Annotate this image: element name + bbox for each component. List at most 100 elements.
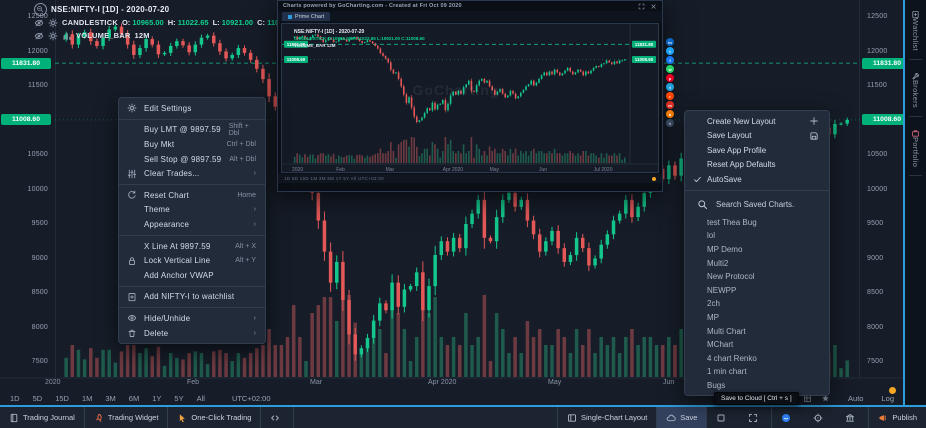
bank-button[interactable] xyxy=(836,407,868,428)
fullscreen-button[interactable] xyxy=(739,407,771,428)
menu-item-label: Add NIFTY-I to watchlist xyxy=(144,292,234,301)
toolbar-mini-icon xyxy=(872,394,881,403)
context-menu-item[interactable]: Buy LMT @ 9897.59 Shift + Dbl xyxy=(119,123,265,138)
saved-chart-item[interactable]: MChart xyxy=(685,338,829,352)
volume-icon xyxy=(62,31,72,41)
timeframe-bar-tool[interactable]: Auto xyxy=(839,394,863,403)
context-menu-item[interactable]: Theme › xyxy=(119,203,265,218)
telegram[interactable]: t xyxy=(666,83,674,91)
zoom-out-button[interactable] xyxy=(34,3,47,16)
menu-item-icon xyxy=(127,205,140,215)
saved-chart-item[interactable]: Multi2 xyxy=(685,256,829,270)
saved-chart-item[interactable]: 1 min chart xyxy=(685,365,829,379)
menu-item-label: Buy LMT @ 9897.59 xyxy=(144,125,221,134)
price-axis-left[interactable]: 1250012000115001050010000950090008500800… xyxy=(0,0,55,390)
timeframe-bar-tool[interactable]: Log xyxy=(872,394,894,403)
saved-chart-item[interactable]: Multi Chart xyxy=(685,324,829,338)
timeframe-button[interactable]: 5D xyxy=(33,394,43,403)
context-menu-item[interactable]: Lock Vertical Line Alt + Y xyxy=(119,253,265,268)
timeframe-button[interactable]: 5Y xyxy=(174,394,183,403)
save-button[interactable]: Save xyxy=(656,407,706,428)
price-axis-right[interactable]: 1250012000115001050010000950090008500800… xyxy=(860,0,904,390)
trading-journal-button[interactable]: Trading Journal xyxy=(0,407,85,428)
sidebar-tab[interactable]: Brokers xyxy=(905,62,926,114)
share-buttons: intfwptrmbt xyxy=(666,38,674,127)
timeframe-button[interactable]: 1Y xyxy=(152,394,161,403)
menu-item-label: Hide/Unhide xyxy=(144,314,190,323)
saved-chart-item[interactable]: New Protocol xyxy=(685,270,829,284)
sidebar-tab[interactable]: Watchlist xyxy=(905,0,926,57)
timeframe-button[interactable]: All xyxy=(197,394,205,403)
one-click-trading-button[interactable]: One-Click Trading xyxy=(168,407,261,428)
layout-menu-item[interactable]: Reset App Defaults xyxy=(685,158,829,173)
share-icon: in xyxy=(668,40,672,45)
code-button[interactable] xyxy=(261,407,294,428)
saved-chart-item[interactable]: MP Demo xyxy=(685,243,829,257)
divider xyxy=(909,175,922,176)
context-menu-item[interactable]: X Line At 9897.59 Alt + X xyxy=(119,239,265,254)
menu-item-icon xyxy=(127,241,140,251)
timeframe-button[interactable]: 1D xyxy=(10,394,20,403)
saved-chart-item[interactable]: 2ch xyxy=(685,297,829,311)
timezone-button[interactable]: UTC+02:00 xyxy=(232,394,271,403)
timeframe-button[interactable]: 3M xyxy=(105,394,115,403)
context-menu-item[interactable]: Add Anchor VWAP xyxy=(119,268,265,283)
context-menu-item[interactable]: Clear Trades... › xyxy=(119,166,265,181)
pinterest[interactable]: p xyxy=(666,74,674,82)
context-menu-item[interactable]: Reset Chart Home xyxy=(119,188,265,203)
toolbar-button-icon xyxy=(878,413,888,423)
context-menu-item[interactable]: Sell Stop @ 9897.59 Alt + Dbl xyxy=(119,152,265,167)
layout-menu-item[interactable]: Create New Layout xyxy=(685,114,829,129)
tumblr[interactable]: t xyxy=(666,119,674,127)
layout-menu-item[interactable]: Save Layout xyxy=(685,129,829,144)
facebook[interactable]: f xyxy=(666,56,674,64)
context-menu-item[interactable]: Appearance › xyxy=(119,217,265,232)
context-menu-item[interactable]: Add NIFTY-I to watchlist xyxy=(119,290,265,305)
snapshot-tab[interactable]: Prime Chart xyxy=(282,12,330,21)
saved-chart-item[interactable]: NEWPP xyxy=(685,283,829,297)
context-menu-item[interactable]: Delete › xyxy=(119,326,265,341)
volume-study-row: VOLUME_BAR 12M xyxy=(34,29,294,42)
snapshot-title: Charts powered by GoCharting.com - Creat… xyxy=(283,3,462,9)
trading-widget-button[interactable]: Trading Widget xyxy=(85,407,169,428)
linkedin[interactable]: in xyxy=(666,38,674,46)
saved-chart-item[interactable]: test Thea Bug xyxy=(685,216,829,230)
saved-chart-item[interactable]: lol xyxy=(685,229,829,243)
expand-icon[interactable] xyxy=(638,3,645,10)
hide-study-icon[interactable] xyxy=(34,18,44,28)
blogger[interactable]: b xyxy=(666,110,674,118)
context-menu-item[interactable]: Hide/Unhide › xyxy=(119,311,265,326)
layout-menu-item[interactable]: Save App Profile xyxy=(685,143,829,158)
chat-button[interactable] xyxy=(771,407,804,428)
twitter[interactable]: t xyxy=(666,47,674,55)
snapshot-button[interactable] xyxy=(706,407,739,428)
menu-item-label: Reset App Defaults xyxy=(707,160,775,169)
layout-menu-items: Create New Layout Save Layout Save App P… xyxy=(685,114,829,187)
saved-chart-item[interactable]: 4 chart Renko xyxy=(685,351,829,365)
context-menu-item[interactable]: Buy Mkt Ctrl + Dbl xyxy=(119,137,265,152)
timeframe-button[interactable]: 15D xyxy=(55,394,69,403)
price-tick-label: 8000 xyxy=(867,324,883,331)
timeframe-button[interactable]: 1M xyxy=(82,394,92,403)
whatsapp[interactable]: w xyxy=(666,65,674,73)
gmail[interactable]: m xyxy=(666,101,674,109)
close-icon[interactable] xyxy=(650,3,657,10)
saved-chart-item[interactable]: Bugs xyxy=(685,379,829,393)
publish-button[interactable]: Publish xyxy=(868,407,926,428)
sidebar-tab[interactable]: Portfolio xyxy=(905,119,926,173)
timeframe-button[interactable]: 6M xyxy=(129,394,139,403)
snapshot-window-header[interactable]: Charts powered by GoCharting.com - Creat… xyxy=(278,1,662,11)
layout-menu-item[interactable]: AutoSave xyxy=(685,172,829,187)
single-chart-layout-button[interactable]: Single-Chart Layout xyxy=(557,407,656,428)
time-tick-label: Apr 2020 xyxy=(428,379,456,386)
hide-study-icon[interactable] xyxy=(34,31,44,41)
divider xyxy=(119,307,265,308)
context-menu-item[interactable]: Edit Settings xyxy=(119,101,265,116)
study-settings-icon[interactable] xyxy=(48,18,58,28)
study-settings-icon[interactable] xyxy=(48,31,58,41)
target-button[interactable] xyxy=(804,407,836,428)
saved-chart-item[interactable]: MP xyxy=(685,311,829,325)
saved-charts-search[interactable]: Search Saved Charts. xyxy=(685,194,829,216)
price-tick-label: 7500 xyxy=(867,358,883,365)
reddit[interactable]: r xyxy=(666,92,674,100)
